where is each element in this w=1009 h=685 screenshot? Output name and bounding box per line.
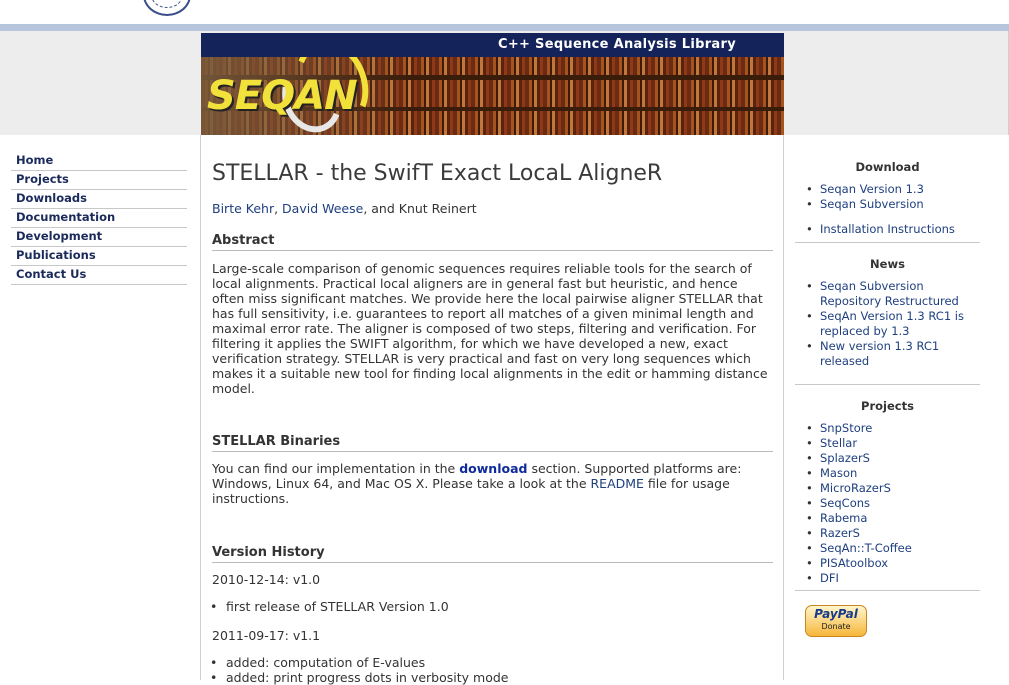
nav-home[interactable]: Home: [11, 152, 187, 171]
version-date: 2010-12-14: v1.0: [212, 572, 321, 587]
installation-instructions-link[interactable]: Installation Instructions: [806, 222, 980, 237]
project-item[interactable]: SnpStore: [806, 421, 970, 436]
news-item[interactable]: SeqAn Version 1.3 RC1 is replaced by 1.3: [806, 309, 970, 339]
abstract-heading: Abstract: [212, 233, 773, 251]
nav-contact-us[interactable]: Contact Us: [11, 266, 187, 285]
authors-line: Birte Kehr, David Weese, and Knut Reiner…: [212, 201, 477, 216]
version-history-item: added: computation of E-values: [210, 655, 425, 670]
binaries-text-pre: You can find our implementation in the: [212, 461, 460, 476]
download-link-seqan-1-3[interactable]: Seqan Version 1.3: [806, 182, 970, 197]
nav-downloads[interactable]: Downloads: [11, 190, 187, 209]
project-item[interactable]: DFI: [806, 571, 970, 586]
donate-label: Donate: [821, 622, 851, 631]
top-strip: [0, 0, 1009, 24]
nav-documentation[interactable]: Documentation: [11, 209, 187, 228]
sidebar-divider: [795, 384, 980, 385]
project-item[interactable]: MicroRazerS: [806, 481, 970, 496]
main-content: STELLAR - the SwifT Exact LocaL AligneR …: [200, 135, 784, 685]
project-item[interactable]: SeqCons: [806, 496, 970, 511]
news-item[interactable]: New version 1.3 RC1 released: [806, 339, 970, 369]
download-link[interactable]: download: [459, 461, 527, 476]
nav-projects[interactable]: Projects: [11, 171, 187, 190]
author-link-kehr[interactable]: Birte Kehr: [212, 201, 274, 216]
nav-publications[interactable]: Publications: [11, 247, 187, 266]
binaries-text: You can find our implementation in the d…: [212, 461, 773, 506]
project-item[interactable]: RazerS: [806, 526, 970, 541]
project-item[interactable]: Stellar: [806, 436, 970, 451]
paypal-donate-button[interactable]: PayPal Donate: [805, 605, 867, 637]
author-rest: , and Knut Reinert: [363, 201, 477, 216]
projects-heading: Projects: [861, 399, 914, 413]
binaries-heading: STELLAR Binaries: [212, 434, 773, 452]
banner-title-bar: C++ Sequence Analysis Library: [201, 33, 784, 57]
news-item[interactable]: Seqan Subversion Repository Restructured: [806, 279, 970, 309]
author-link-weese[interactable]: David Weese: [282, 201, 363, 216]
project-item[interactable]: Mason: [806, 466, 970, 481]
paypal-logo: PayPal: [814, 607, 858, 621]
project-item[interactable]: SeqAn::T-Coffee: [806, 541, 970, 556]
readme-link[interactable]: README: [590, 476, 643, 491]
version-history-item: first release of STELLAR Version 1.0: [210, 599, 449, 614]
project-item[interactable]: SplazerS: [806, 451, 970, 466]
author-separator: ,: [274, 201, 283, 216]
download-heading: Download: [855, 160, 920, 174]
header-divider: [0, 24, 1009, 31]
project-item[interactable]: Rabema: [806, 511, 970, 526]
seqan-banner[interactable]: SEQAN C++ Sequence Analysis Library: [201, 33, 784, 135]
left-navigation: Home Projects Downloads Documentation De…: [11, 152, 187, 285]
nav-development[interactable]: Development: [11, 228, 187, 247]
version-history-heading: Version History: [212, 545, 773, 563]
university-seal-icon: [143, 0, 191, 16]
page-title: STELLAR - the SwifT Exact LocaL AligneR: [212, 161, 663, 186]
sidebar-divider: [795, 590, 980, 591]
version-history-item: added: print progress dots in verbosity …: [210, 670, 509, 685]
sidebar-divider: [795, 242, 980, 243]
news-heading: News: [870, 257, 905, 271]
abstract-text: Large-scale comparison of genomic sequen…: [212, 261, 768, 396]
banner-tagline: C++ Sequence Analysis Library: [497, 37, 736, 52]
seqan-logo[interactable]: SEQAN: [207, 73, 358, 119]
version-date: 2011-09-17: v1.1: [212, 628, 321, 643]
project-item[interactable]: PISAtoolbox: [806, 556, 970, 571]
download-link-subversion[interactable]: Seqan Subversion: [806, 197, 970, 212]
